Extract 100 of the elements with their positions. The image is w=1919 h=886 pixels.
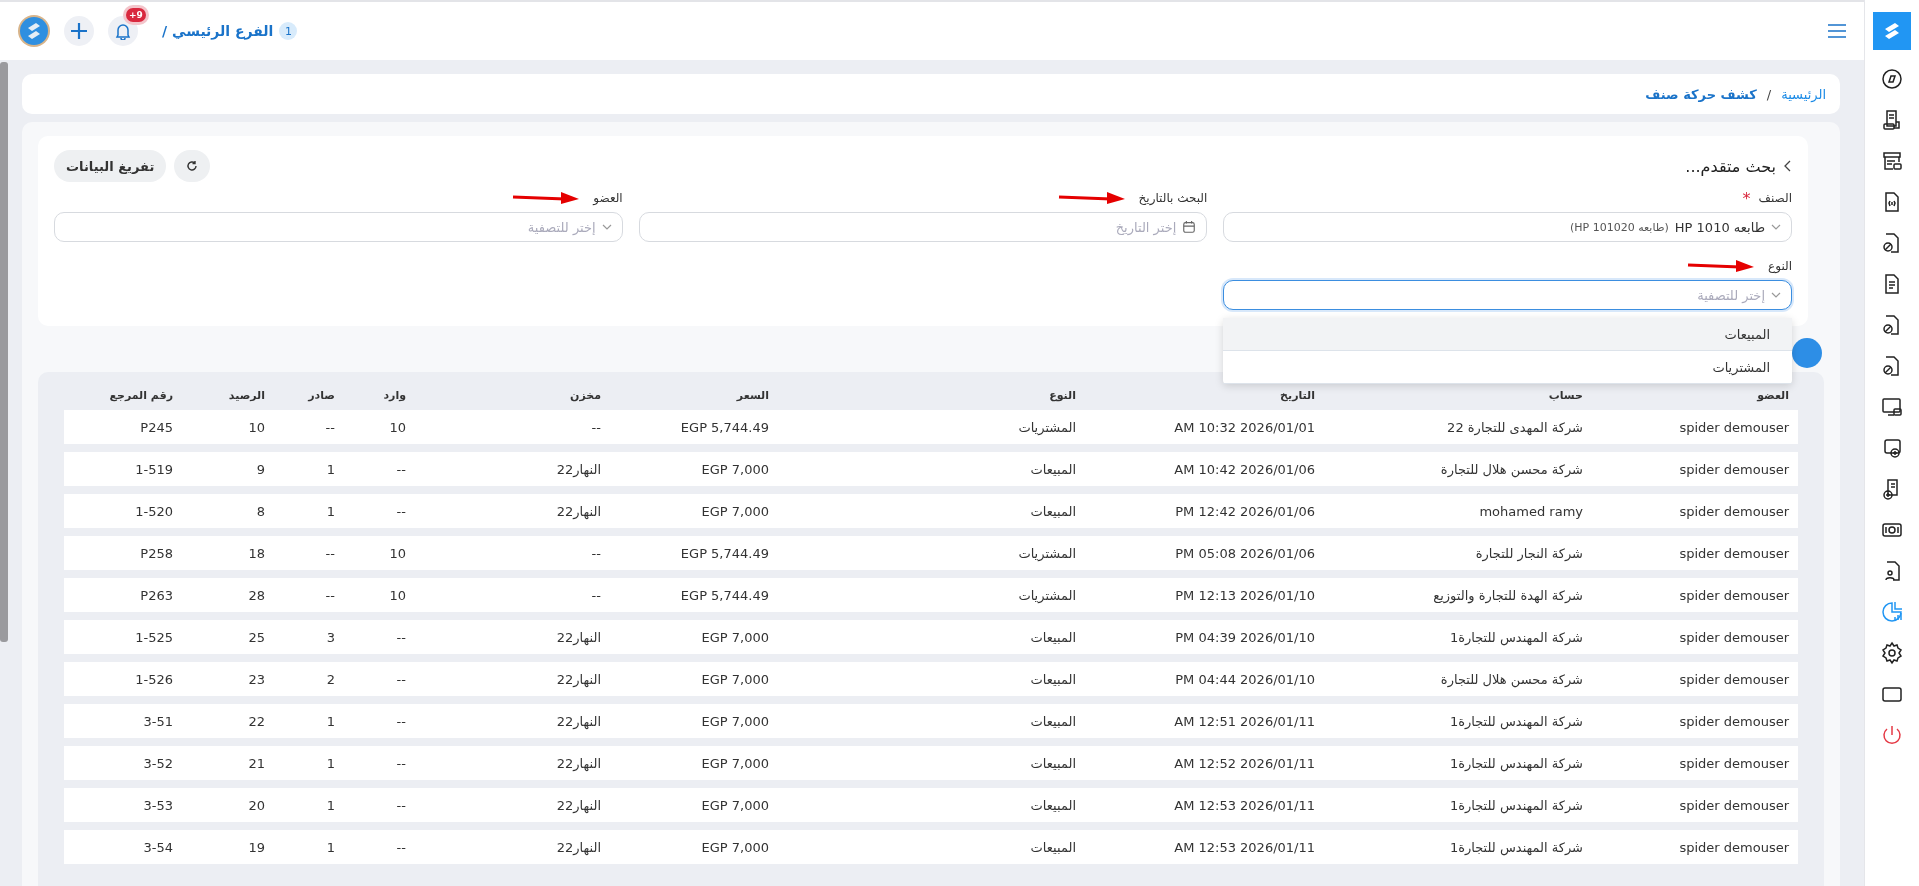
refresh-button[interactable] [174,150,211,182]
column-header: رقم المرجع [108,388,174,402]
table-cell-text: spider demouser [1678,461,1790,477]
table-cell-text: spider demouser [1678,629,1790,645]
table-cell-text: -- [395,461,407,477]
field-label: النوع [1768,259,1792,273]
field-label: الصنف [1758,191,1792,205]
column-header: العضو [1755,388,1790,402]
table-cell-text: المبيعات [1029,503,1077,519]
branch-name[interactable]: الفرع الرئيسي / [162,23,274,39]
table-cell-text: شركة النجار للتجارة [1474,545,1584,561]
table-cell-text: المشتريات [1017,419,1077,435]
table-cell-text: 25 [247,629,266,645]
round-action-button[interactable] [1792,338,1822,368]
table-cell-text: PM 05:08 2026/01/06 [1174,545,1316,561]
table-cell-text: 1 [325,755,336,771]
add-button[interactable] [64,16,94,46]
table-cell-text: شركة محسن هلال للتجارة [1439,461,1584,477]
table-cell-text: -- [324,545,336,561]
table-cell-text: 3-51 [142,713,174,729]
column-header: السعر [735,388,770,402]
logo-icon[interactable] [18,15,50,47]
table-cell-text: شركة المهدى للتجارة 22 [1446,419,1584,435]
table-cell-text: -- [324,419,336,435]
column-header: الرصيد [227,388,266,402]
table-cell-text: 10 [388,587,407,603]
table-cell-text: المشتريات [1017,587,1077,603]
table-cell-text: P263 [139,587,174,603]
table-cell-text: P258 [139,545,174,561]
table-cell-text: 10 [247,419,266,435]
table-cell-text: PM 04:44 2026/01/10 [1174,671,1316,687]
table-cell-text: 3-54 [142,839,174,855]
table-cell-text: المبيعات [1029,797,1077,813]
table-cell-text: EGP 7,000 [700,713,770,729]
menu-icon[interactable] [1828,24,1846,38]
table-cell-text: PM 12:13 2026/01/10 [1174,587,1316,603]
select-field[interactable]: طابعه HP 1010 (طابعه HP 101020) [1223,212,1792,242]
store-icon [1880,149,1904,173]
chart-icon [1880,600,1904,624]
table-cell-text: شركة محسن هلال للتجارة [1439,671,1584,687]
table-cell-text: المبيعات [1029,755,1077,771]
table-cell-text: 20 [247,797,266,813]
table-cell-text: 9 [255,461,266,477]
table-cell-text: 28 [247,587,266,603]
chevron-down-icon [1771,291,1781,299]
table-cell-text: AM 12:53 2026/01/11 [1173,839,1316,855]
table-cell-text: 1 [325,461,336,477]
breadcrumb-link[interactable]: الرئيسية [1781,86,1826,102]
table-cell-text: EGP 7,000 [700,671,770,687]
table-cell-text: 8 [255,503,266,519]
table-cell-text: المشتريات [1017,545,1077,561]
table-cell-text: spider demouser [1678,587,1790,603]
table-cell-text: -- [395,797,407,813]
table-cell-text: النهار22 [555,839,602,855]
table-cell-text: النهار22 [555,755,602,771]
column-header: النوع [1048,388,1077,402]
table-cell-text: شركة المهندس للتجارة1 [1448,629,1584,645]
calendar-icon [1182,220,1197,234]
scrollbar[interactable] [0,62,8,642]
table-cell-text: spider demouser [1678,503,1790,519]
table-cell-text: EGP 7,000 [700,755,770,771]
table-cell-text: النهار22 [555,629,602,645]
table-cell-text: AM 12:53 2026/01/11 [1173,797,1316,813]
dropdown-option[interactable]: المبيعات [1223,318,1792,351]
table-cell-text: 3-52 [142,755,174,771]
table-cell-text: PM 12:42 2026/01/06 [1174,503,1316,519]
breadcrumb-current: كشف حركة صنف [1645,86,1757,102]
column-header: حساب [1547,388,1584,402]
table-cell-text: النهار22 [555,671,602,687]
table-cell-text: mohamed ramy [1478,503,1584,519]
settings-icon [1880,641,1904,665]
table-cell-text: -- [395,671,407,687]
table-cell-text: -- [590,419,602,435]
table-cell-text: -- [395,755,407,771]
table-cell-text: spider demouser [1678,545,1790,561]
table-cell-text: 1-520 [134,503,174,519]
required-mark: * [1742,188,1751,208]
annotation-arrow [1056,191,1127,205]
section-title: بحث متقدم... [1685,156,1776,176]
chevron-down-icon [601,223,612,231]
clear-data-button[interactable]: تفريغ البيانات [54,150,167,182]
table-cell-text: EGP 7,000 [700,503,770,519]
column-header: وارد [382,388,407,402]
table-cell-text: النهار22 [555,503,602,519]
table-cell-text: AM 12:51 2026/01/11 [1173,713,1316,729]
notification-badge: +9 [126,8,146,22]
power-icon [1880,723,1904,747]
table-cell-text: AM 10:32 2026/01/01 [1173,419,1316,435]
table-cell-text: 10 [388,419,407,435]
table-cell-text: شركة المهندس للتجارة1 [1448,839,1584,855]
table-cell-text: 1-525 [134,629,174,645]
chevron-icon[interactable] [1784,160,1792,172]
table-cell-text: النهار22 [555,461,602,477]
table-cell-text: P245 [139,419,174,435]
column-header: صادر [306,388,336,402]
app-logo-icon[interactable] [1873,12,1911,50]
table-cell-text: -- [395,629,407,645]
monitor-icon [1880,395,1904,419]
notification-button[interactable] [108,16,138,46]
table-cell-text: -- [395,713,407,729]
